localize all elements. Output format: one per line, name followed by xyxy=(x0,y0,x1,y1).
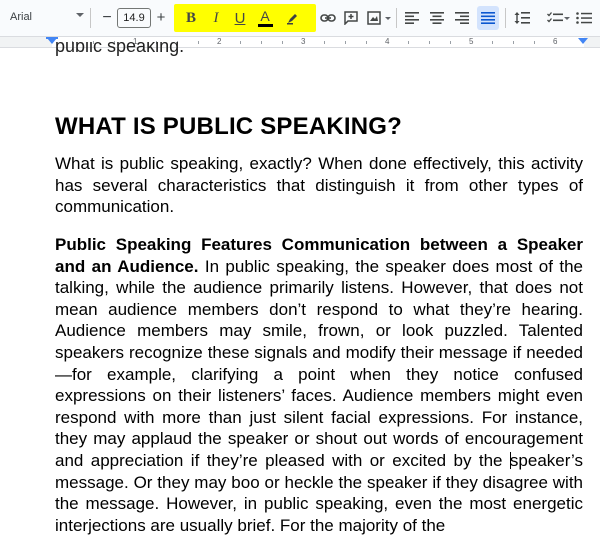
formatting-toolbar: Arial − 14.9 + B I U A xyxy=(0,0,600,36)
bulleted-list-icon[interactable] xyxy=(574,6,594,30)
ruler-number: 6 xyxy=(553,37,558,46)
ruler-tick xyxy=(534,41,535,44)
font-size-input[interactable]: 14.9 xyxy=(117,8,151,28)
align-right-icon[interactable] xyxy=(452,6,472,30)
ruler-number: 5 xyxy=(469,37,474,46)
checklist-icon[interactable] xyxy=(545,6,565,30)
ruler-tick xyxy=(450,41,451,44)
ruler-tick xyxy=(366,41,367,44)
clipped-text-line: public speaking. xyxy=(55,42,184,56)
toolbar-divider xyxy=(90,8,91,28)
decrease-font-size-button[interactable]: − xyxy=(98,7,116,29)
italic-button[interactable]: I xyxy=(205,6,227,30)
ruler-number: 4 xyxy=(385,37,390,46)
text-color-button[interactable]: A xyxy=(254,6,276,30)
ruler-tick xyxy=(261,41,262,44)
align-left-icon[interactable] xyxy=(402,6,422,30)
ruler-tick xyxy=(198,41,199,44)
right-indent-handle[interactable] xyxy=(578,38,588,44)
ruler-tick xyxy=(513,41,514,44)
ruler-tick xyxy=(408,41,409,44)
paragraph-features: Public Speaking Features Communication b… xyxy=(55,234,583,536)
paragraph-body-a: In public speaking, the speaker does mos… xyxy=(55,256,583,470)
line-spacing-icon[interactable] xyxy=(512,6,532,30)
ruler-number: 3 xyxy=(301,37,306,46)
align-justify-icon[interactable] xyxy=(477,6,499,30)
font-family-select[interactable]: Arial xyxy=(10,11,32,23)
comment-add-icon[interactable] xyxy=(341,6,361,30)
ruler-tick xyxy=(492,41,493,44)
font-dropdown-icon[interactable] xyxy=(76,13,84,17)
image-dropdown-icon[interactable] xyxy=(385,17,391,20)
ruler-tick xyxy=(429,41,430,44)
clipped-line-text: public speaking. xyxy=(55,42,185,56)
checklist-dropdown-icon[interactable] xyxy=(564,17,570,20)
text-color-swatch xyxy=(257,24,273,27)
ruler-tick xyxy=(240,41,241,44)
increase-font-size-button[interactable]: + xyxy=(152,7,170,29)
ruler-number: 2 xyxy=(217,37,222,46)
text-color-label: A xyxy=(260,8,270,24)
pen-highlight-icon[interactable] xyxy=(282,6,304,30)
ruler-tick xyxy=(324,41,325,44)
document-heading: WHAT IS PUBLIC SPEAKING? xyxy=(55,113,403,140)
paragraph-intro: What is public speaking, exactly? When d… xyxy=(55,154,583,217)
toolbar-divider xyxy=(505,8,506,28)
underline-button[interactable]: U xyxy=(229,6,251,30)
ruler-tick xyxy=(345,41,346,44)
ruler-tick xyxy=(282,41,283,44)
bold-button[interactable]: B xyxy=(180,6,202,30)
link-icon[interactable] xyxy=(318,6,338,30)
image-icon[interactable] xyxy=(364,6,384,30)
align-center-icon[interactable] xyxy=(427,6,447,30)
toolbar-divider xyxy=(396,8,397,28)
ruler-left-margin xyxy=(0,37,52,47)
